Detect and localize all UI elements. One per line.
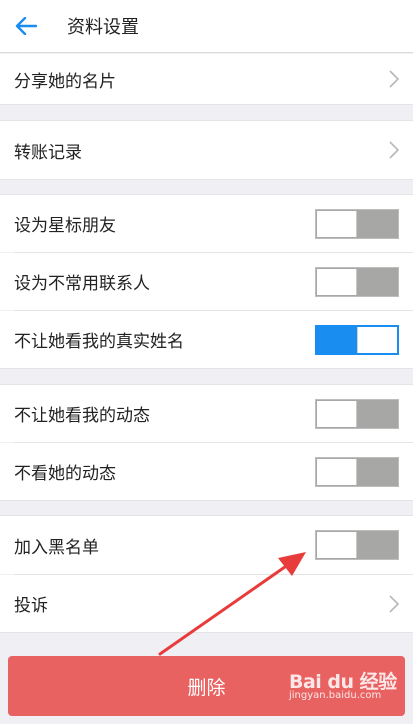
hide-my-moments-toggle[interactable]: [315, 398, 399, 429]
transfer-records-label: 转账记录: [14, 142, 82, 163]
hide-her-moments-toggle[interactable]: [315, 456, 399, 487]
infrequent-contact-toggle[interactable]: [315, 266, 399, 297]
star-friend-label: 设为星标朋友: [14, 216, 116, 236]
transfer-records-row[interactable]: 转账记录: [0, 121, 413, 179]
star-friend-row: 设为星标朋友: [0, 195, 413, 252]
toggle-knob: [357, 326, 397, 353]
group-divider: [0, 632, 413, 633]
chevron-right-icon: [389, 594, 399, 613]
chevron-right-icon: [389, 141, 399, 159]
hide-real-name-label: 不让她看我的真实姓名: [14, 332, 184, 352]
watermark: Bai du 经验 jingyan.baidu.com: [289, 671, 407, 716]
hide-real-name-toggle[interactable]: [315, 324, 399, 355]
blacklist-toggle[interactable]: [315, 530, 399, 560]
group-divider: [0, 500, 413, 501]
hide-her-moments-label: 不看她的动态: [14, 464, 116, 484]
group-divider: [0, 179, 413, 180]
share-card-label: 分享她的名片: [14, 71, 116, 92]
report-row[interactable]: 投诉: [0, 575, 413, 632]
toggle-knob: [317, 268, 357, 295]
infrequent-contact-label: 设为不常用联系人: [14, 274, 150, 294]
back-arrow-icon: [15, 17, 37, 35]
group-divider: [0, 104, 413, 105]
toggle-knob: [317, 210, 357, 237]
share-card-row[interactable]: 分享她的名片: [0, 54, 413, 104]
toggle-knob: [317, 458, 357, 485]
infrequent-contact-row: 设为不常用联系人: [0, 253, 413, 310]
toggle-knob: [317, 532, 357, 558]
chevron-right-icon: [389, 70, 399, 88]
star-friend-toggle[interactable]: [315, 208, 399, 239]
hide-her-moments-row: 不看她的动态: [0, 443, 413, 500]
hide-my-moments-label: 不让她看我的动态: [14, 406, 150, 426]
delete-button-label: 删除: [187, 676, 226, 699]
watermark-logo: Bai du 经验: [289, 671, 397, 693]
toggle-knob: [317, 400, 357, 427]
settings-page: 资料设置 分享她的名片 转账记录 设为星标朋友 设为不常用联系人 不让她看我的真…: [0, 0, 413, 724]
page-title: 资料设置: [67, 17, 139, 38]
report-label: 投诉: [14, 596, 48, 616]
blacklist-row: 加入黑名单: [0, 516, 413, 574]
hide-real-name-row: 不让她看我的真实姓名: [0, 311, 413, 368]
blacklist-label: 加入黑名单: [14, 537, 99, 558]
group-divider: [0, 368, 413, 369]
hide-my-moments-row: 不让她看我的动态: [0, 385, 413, 442]
back-button[interactable]: [0, 0, 52, 53]
header-bar: 资料设置: [0, 0, 413, 53]
